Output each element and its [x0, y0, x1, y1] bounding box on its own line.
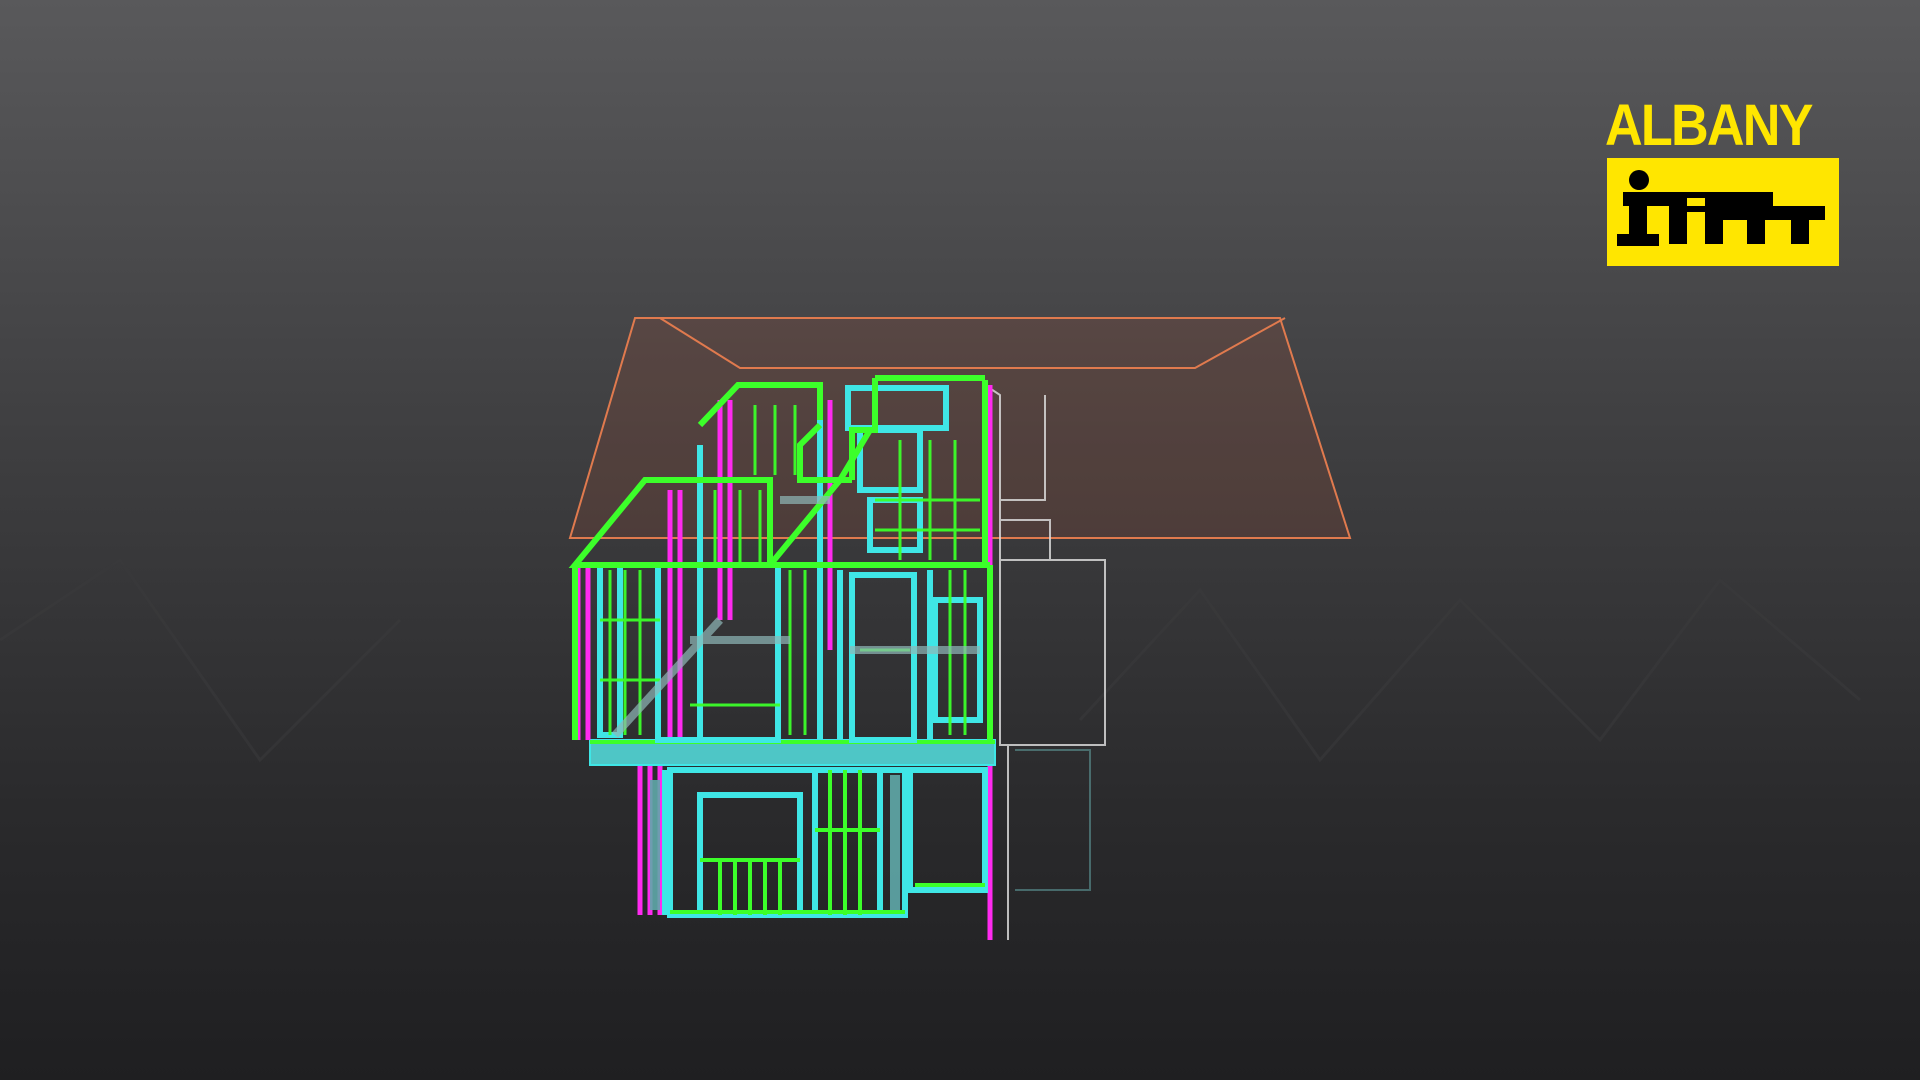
itm-mark-icon: [1617, 170, 1825, 246]
logo-badge: [1607, 158, 1839, 266]
ground-floor-frame: [637, 750, 993, 940]
albany-itm-logo: ALBANY: [1605, 96, 1845, 274]
floor-deck: [589, 739, 996, 766]
3d-viewport[interactable]: ALBANY: [0, 0, 1920, 1080]
roof-outline: [568, 317, 1352, 539]
logo-wordmark: ALBANY: [1605, 93, 1814, 158]
